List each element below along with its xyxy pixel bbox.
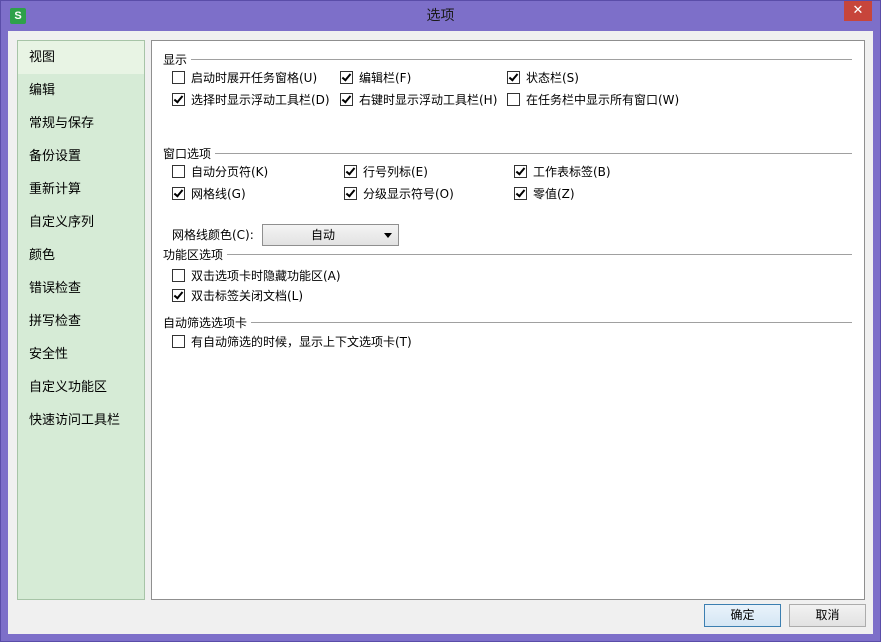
dropdown-arrow-icon	[384, 233, 392, 238]
spreadsheet-app-icon: S	[10, 8, 26, 24]
options-dialog: 选项 S ✕ 视图 编辑 常规与保存 备份设置 重新计算 自定义序列 颜色 错误…	[0, 0, 881, 642]
gridline-color-value: 自动	[310, 228, 335, 242]
checkbox-dblclick-close-doc[interactable]: 双击标签关闭文档(L)	[172, 287, 303, 305]
checkbox-rightclick-float-toolbar[interactable]: 右键时显示浮动工具栏(H)	[340, 91, 497, 109]
checkbox-box[interactable]	[507, 93, 520, 106]
gridline-color-label: 网格线颜色(C):	[172, 228, 254, 242]
checkbox-box[interactable]	[172, 289, 185, 302]
close-button[interactable]: ✕	[844, 1, 872, 21]
sidebar-item-backup[interactable]: 备份设置	[18, 140, 144, 173]
checkbox-expand-task-pane[interactable]: 启动时展开任务窗格(U)	[172, 69, 317, 87]
checkbox-auto-page-break[interactable]: 自动分页符(K)	[172, 163, 268, 181]
checkbox-box[interactable]	[514, 165, 527, 178]
sidebar-item-security[interactable]: 安全性	[18, 338, 144, 371]
checkbox-autofilter-context-tab[interactable]: 有自动筛选的时候，显示上下文选项卡(T)	[172, 333, 412, 351]
checkbox-status-bar[interactable]: 状态栏(S)	[507, 69, 579, 87]
checkbox-box[interactable]	[172, 165, 185, 178]
cancel-button[interactable]: 取消	[789, 604, 866, 627]
group-title-display: 显示	[163, 51, 192, 68]
divider	[163, 153, 852, 154]
checkbox-box[interactable]	[172, 335, 185, 348]
checkbox-formula-bar[interactable]: 编辑栏(F)	[340, 69, 411, 87]
group-title-autofilter: 自动筛选选项卡	[163, 314, 252, 331]
sidebar-item-view[interactable]: 视图	[18, 41, 144, 74]
checkbox-box[interactable]	[344, 187, 357, 200]
checkbox-select-float-toolbar[interactable]: 选择时显示浮动工具栏(D)	[172, 91, 330, 109]
checkbox-taskbar-windows[interactable]: 在任务栏中显示所有窗口(W)	[507, 91, 679, 109]
sidebar-item-recalculate[interactable]: 重新计算	[18, 173, 144, 206]
checkbox-box[interactable]	[172, 71, 185, 84]
checkbox-dblclick-hide-ribbon[interactable]: 双击选项卡时隐藏功能区(A)	[172, 267, 341, 285]
checkbox-box[interactable]	[172, 269, 185, 282]
checkbox-box[interactable]	[507, 71, 520, 84]
sidebar-item-color[interactable]: 颜色	[18, 239, 144, 272]
gridline-color-select[interactable]: 自动	[262, 224, 399, 246]
checkbox-sheet-tabs[interactable]: 工作表标签(B)	[514, 163, 611, 181]
category-sidebar: 视图 编辑 常规与保存 备份设置 重新计算 自定义序列 颜色 错误检查 拼写检查…	[17, 40, 145, 600]
group-title-window-options: 窗口选项	[163, 145, 216, 162]
sidebar-item-custom-lists[interactable]: 自定义序列	[18, 206, 144, 239]
dialog-body: 视图 编辑 常规与保存 备份设置 重新计算 自定义序列 颜色 错误检查 拼写检查…	[8, 31, 873, 634]
ok-button[interactable]: 确定	[704, 604, 781, 627]
sidebar-item-edit[interactable]: 编辑	[18, 74, 144, 107]
divider	[163, 254, 852, 255]
sidebar-item-customize-ribbon[interactable]: 自定义功能区	[18, 371, 144, 404]
checkbox-outline-symbols[interactable]: 分级显示符号(O)	[344, 185, 454, 203]
checkbox-box[interactable]	[172, 93, 185, 106]
dialog-title: 选项	[426, 8, 455, 24]
checkbox-box[interactable]	[340, 93, 353, 106]
title-bar[interactable]: 选项 S ✕	[1, 1, 880, 31]
checkbox-box[interactable]	[514, 187, 527, 200]
checkbox-gridlines[interactable]: 网格线(G)	[172, 185, 246, 203]
sidebar-item-general-save[interactable]: 常规与保存	[18, 107, 144, 140]
checkbox-zero-values[interactable]: 零值(Z)	[514, 185, 575, 203]
checkbox-box[interactable]	[172, 187, 185, 200]
sidebar-item-error-checking[interactable]: 错误检查	[18, 272, 144, 305]
divider	[163, 322, 852, 323]
checkbox-box[interactable]	[344, 165, 357, 178]
group-title-ribbon-options: 功能区选项	[163, 246, 228, 263]
settings-panel: 显示 启动时展开任务窗格(U) 编辑栏(F) 状态栏(S) 选择时显示浮动工具栏…	[151, 40, 865, 600]
sidebar-item-quick-access[interactable]: 快速访问工具栏	[18, 404, 144, 437]
sidebar-item-spell-check[interactable]: 拼写检查	[18, 305, 144, 338]
divider	[163, 59, 852, 60]
checkbox-box[interactable]	[340, 71, 353, 84]
checkbox-row-col-headers[interactable]: 行号列标(E)	[344, 163, 428, 181]
